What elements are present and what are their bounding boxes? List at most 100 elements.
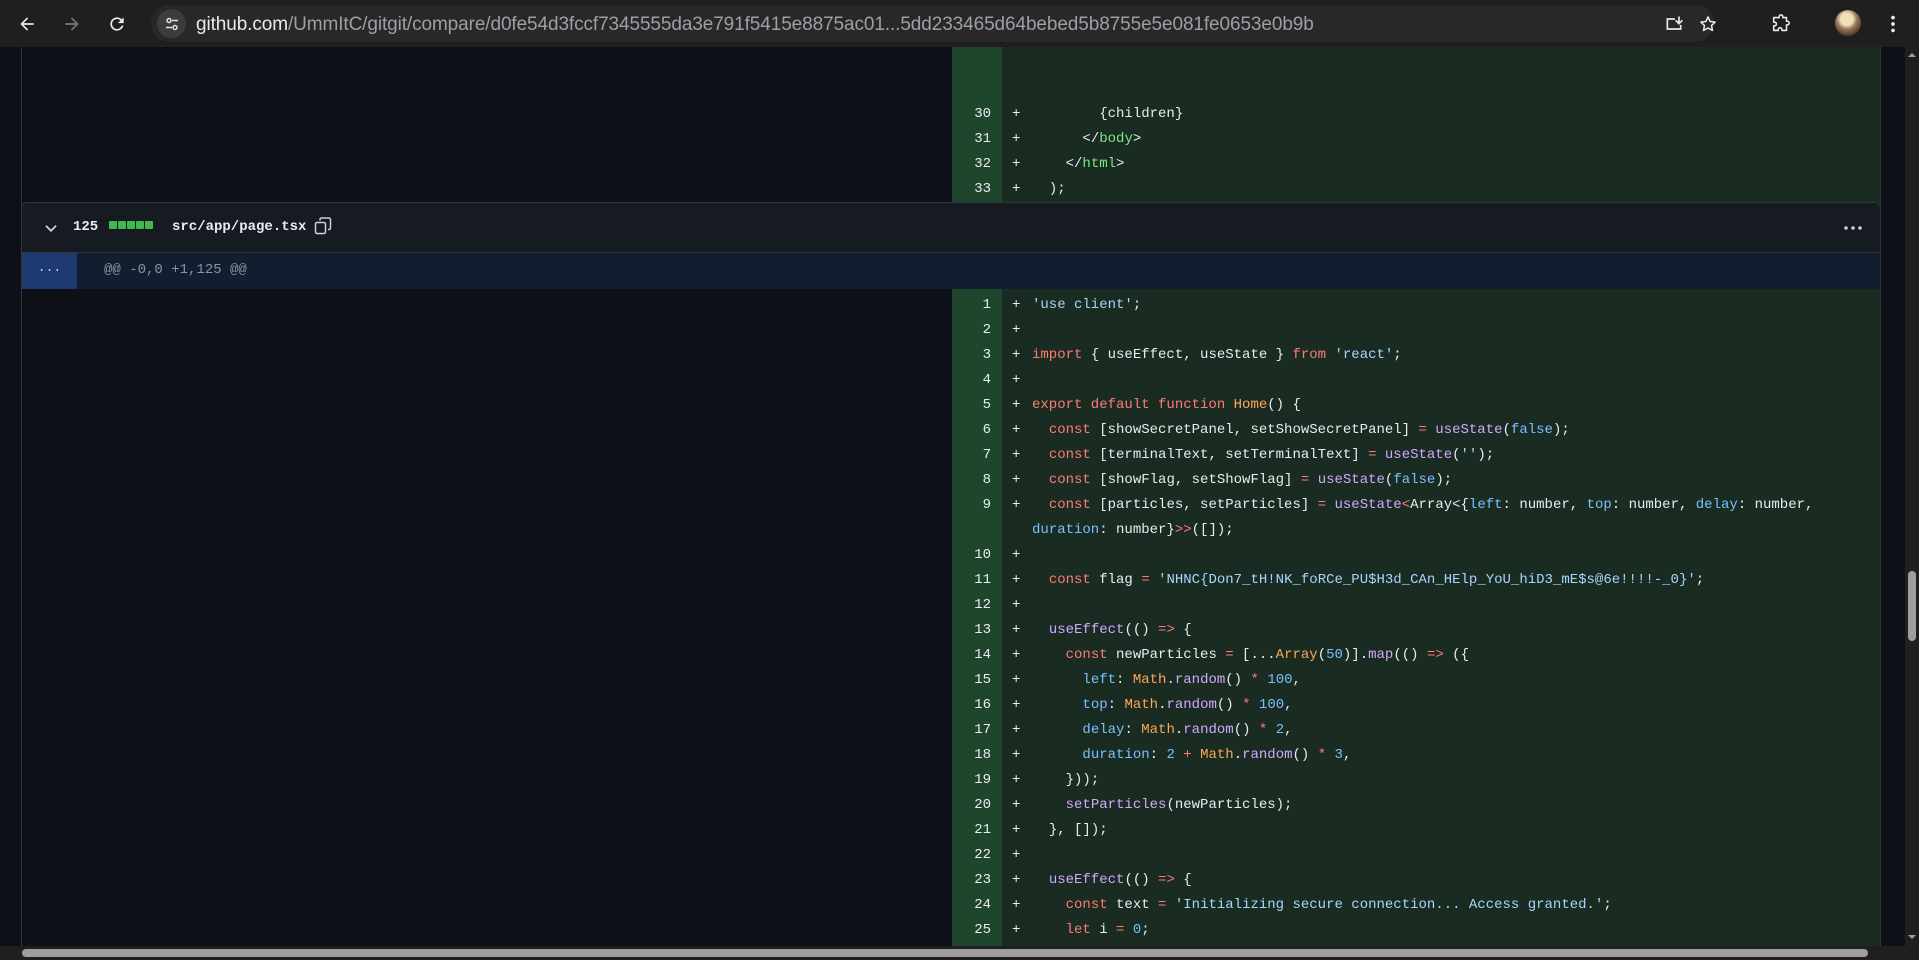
code-token: () <box>1292 747 1318 763</box>
line-number[interactable]: 3 <box>952 343 1002 368</box>
diff-line[interactable]: 6 + const [showSecretPanel, setShowSecret… <box>952 418 1880 443</box>
horizontal-dots-icon[interactable] <box>1842 218 1864 238</box>
diff-line[interactable]: 1 + 'use client'; <box>952 293 1880 318</box>
vertical-scrollbar[interactable] <box>1905 47 1919 946</box>
browser-menu-button[interactable] <box>1880 11 1906 37</box>
line-number[interactable]: 5 <box>952 393 1002 418</box>
line-number[interactable]: 11 <box>952 568 1002 593</box>
url-text[interactable]: github.com/UmmItC/gitgit/compare/d0fe54d… <box>196 14 1314 36</box>
diff-line[interactable]: 11 + const flag = 'NHNC{Don7_tH!NK_foRCe_… <box>952 568 1880 593</box>
scroll-up-icon[interactable] <box>1908 51 1916 59</box>
added-marker: + <box>1012 397 1021 413</box>
diff-line[interactable]: 10 + <box>952 543 1880 568</box>
code-token: const <box>1048 447 1091 463</box>
line-number[interactable]: 24 <box>952 893 1002 918</box>
added-marker: + <box>1012 572 1021 588</box>
diff-line[interactable]: 17 + delay: Math.random() * 2, <box>952 718 1880 743</box>
diff-line[interactable]: 5 + export default function Home() { <box>952 393 1880 418</box>
vertical-scroll-thumb[interactable] <box>1908 571 1916 641</box>
diff-line[interactable]: 19 + })); <box>952 768 1880 793</box>
diff-line[interactable]: 23 + useEffect(() => { <box>952 868 1880 893</box>
line-number[interactable]: 25 <box>952 918 1002 943</box>
code-token: ; <box>1695 572 1705 588</box>
added-marker: + <box>1012 672 1021 688</box>
code-token: flag <box>1090 572 1142 588</box>
line-number[interactable]: 30 <box>952 102 1002 127</box>
line-number[interactable]: 33 <box>952 177 1002 202</box>
diff-line[interactable]: 3 + import { useEffect, useState } from 'r… <box>952 343 1880 368</box>
line-number[interactable]: 18 <box>952 743 1002 768</box>
line-number[interactable]: 1 <box>952 293 1002 318</box>
diff-line[interactable]: 4 + <box>952 368 1880 393</box>
line-number[interactable]: 7 <box>952 443 1002 468</box>
profile-avatar[interactable] <box>1835 10 1861 36</box>
line-number[interactable]: 8 <box>952 468 1002 493</box>
diff-line[interactable]: 8 + const [showFlag, setShowFlag] = useSt… <box>952 468 1880 493</box>
line-number[interactable]: 17 <box>952 718 1002 743</box>
diff-line[interactable]: 33 + ); <box>952 177 1880 202</box>
line-number[interactable]: 9 <box>952 493 1002 518</box>
code-text: const [terminalText, setTerminalText] = … <box>1032 443 1494 468</box>
site-info-button[interactable] <box>157 9 186 38</box>
line-number[interactable]: 31 <box>952 127 1002 152</box>
diff-line[interactable]: 30 + {children} <box>952 102 1880 127</box>
line-number[interactable]: 23 <box>952 868 1002 893</box>
line-number[interactable]: 32 <box>952 152 1002 177</box>
diff-line[interactable]: 22 + <box>952 843 1880 868</box>
code-text: const [particles, setParticles] = useSta… <box>1032 493 1814 518</box>
forward-button[interactable] <box>57 9 87 39</box>
line-number[interactable]: 16 <box>952 693 1002 718</box>
line-number[interactable]: 6 <box>952 418 1002 443</box>
code-text: useEffect(() => { <box>1032 618 1192 643</box>
install-app-button[interactable] <box>1663 13 1685 35</box>
bookmark-button[interactable] <box>1697 13 1719 35</box>
line-number[interactable]: 22 <box>952 843 1002 868</box>
code-token: useState <box>1384 447 1453 463</box>
code-text: </body> <box>1032 127 1141 152</box>
diff-line[interactable]: 13 + useEffect(() => { <box>952 618 1880 643</box>
diff-line[interactable]: 9 + const [particles, setParticles] = use… <box>952 493 1880 543</box>
diff-line[interactable]: 18 + duration: 2 + Math.random() * 3, <box>952 743 1880 768</box>
diff-line[interactable]: 32 + </html> <box>952 152 1880 177</box>
diff-line[interactable]: 16 + top: Math.random() * 100, <box>952 693 1880 718</box>
line-number[interactable]: 14 <box>952 643 1002 668</box>
added-marker: + <box>1012 131 1021 147</box>
address-bar[interactable]: github.com/UmmItC/gitgit/compare/d0fe54d… <box>151 5 1716 42</box>
chevron-down-icon[interactable] <box>42 219 60 237</box>
diff-line[interactable]: 31 + </body> <box>952 127 1880 152</box>
code-token: const <box>1048 572 1091 588</box>
diff-line[interactable]: 12 + <box>952 593 1880 618</box>
diff-line[interactable]: 24 + const text = 'Initializing secure co… <box>952 893 1880 918</box>
line-number[interactable]: 4 <box>952 368 1002 393</box>
code-token: < <box>1401 497 1411 513</box>
line-number[interactable]: 15 <box>952 668 1002 693</box>
copy-icon[interactable] <box>313 216 333 236</box>
file-name-link[interactable]: src/app/page.tsx <box>172 219 306 235</box>
scroll-down-icon[interactable] <box>1908 933 1916 941</box>
horizontal-scroll-thumb[interactable] <box>22 949 1868 957</box>
reload-button[interactable] <box>102 9 132 39</box>
diff-line[interactable]: 14 + const newParticles = [...Array(50)].… <box>952 643 1880 668</box>
diff-line[interactable]: 25 + let i = 0; <box>952 918 1880 943</box>
diff-line[interactable]: 7 + const [terminalText, setTerminalText]… <box>952 443 1880 468</box>
back-button[interactable] <box>12 9 42 39</box>
code-token: : <box>1149 747 1167 763</box>
line-number[interactable]: 21 <box>952 818 1002 843</box>
tune-icon <box>165 17 178 30</box>
expand-hunk-button[interactable]: ... <box>22 253 77 289</box>
line-number[interactable]: 20 <box>952 793 1002 818</box>
code-token: : <box>1107 697 1125 713</box>
diff-line[interactable]: 15 + left: Math.random() * 100, <box>952 668 1880 693</box>
diff-line[interactable]: 20 + setParticles(newParticles); <box>952 793 1880 818</box>
line-number[interactable]: 12 <box>952 593 1002 618</box>
added-marker: + <box>1012 847 1021 863</box>
diff-line[interactable]: 2 + <box>952 318 1880 343</box>
extensions-button[interactable] <box>1768 11 1794 37</box>
diff-line[interactable]: 21 + }, []); <box>952 818 1880 843</box>
horizontal-scrollbar[interactable] <box>0 946 1919 960</box>
line-number[interactable]: 19 <box>952 768 1002 793</box>
line-number[interactable]: 10 <box>952 543 1002 568</box>
code-token: >> <box>1174 522 1192 538</box>
line-number[interactable]: 2 <box>952 318 1002 343</box>
line-number[interactable]: 13 <box>952 618 1002 643</box>
